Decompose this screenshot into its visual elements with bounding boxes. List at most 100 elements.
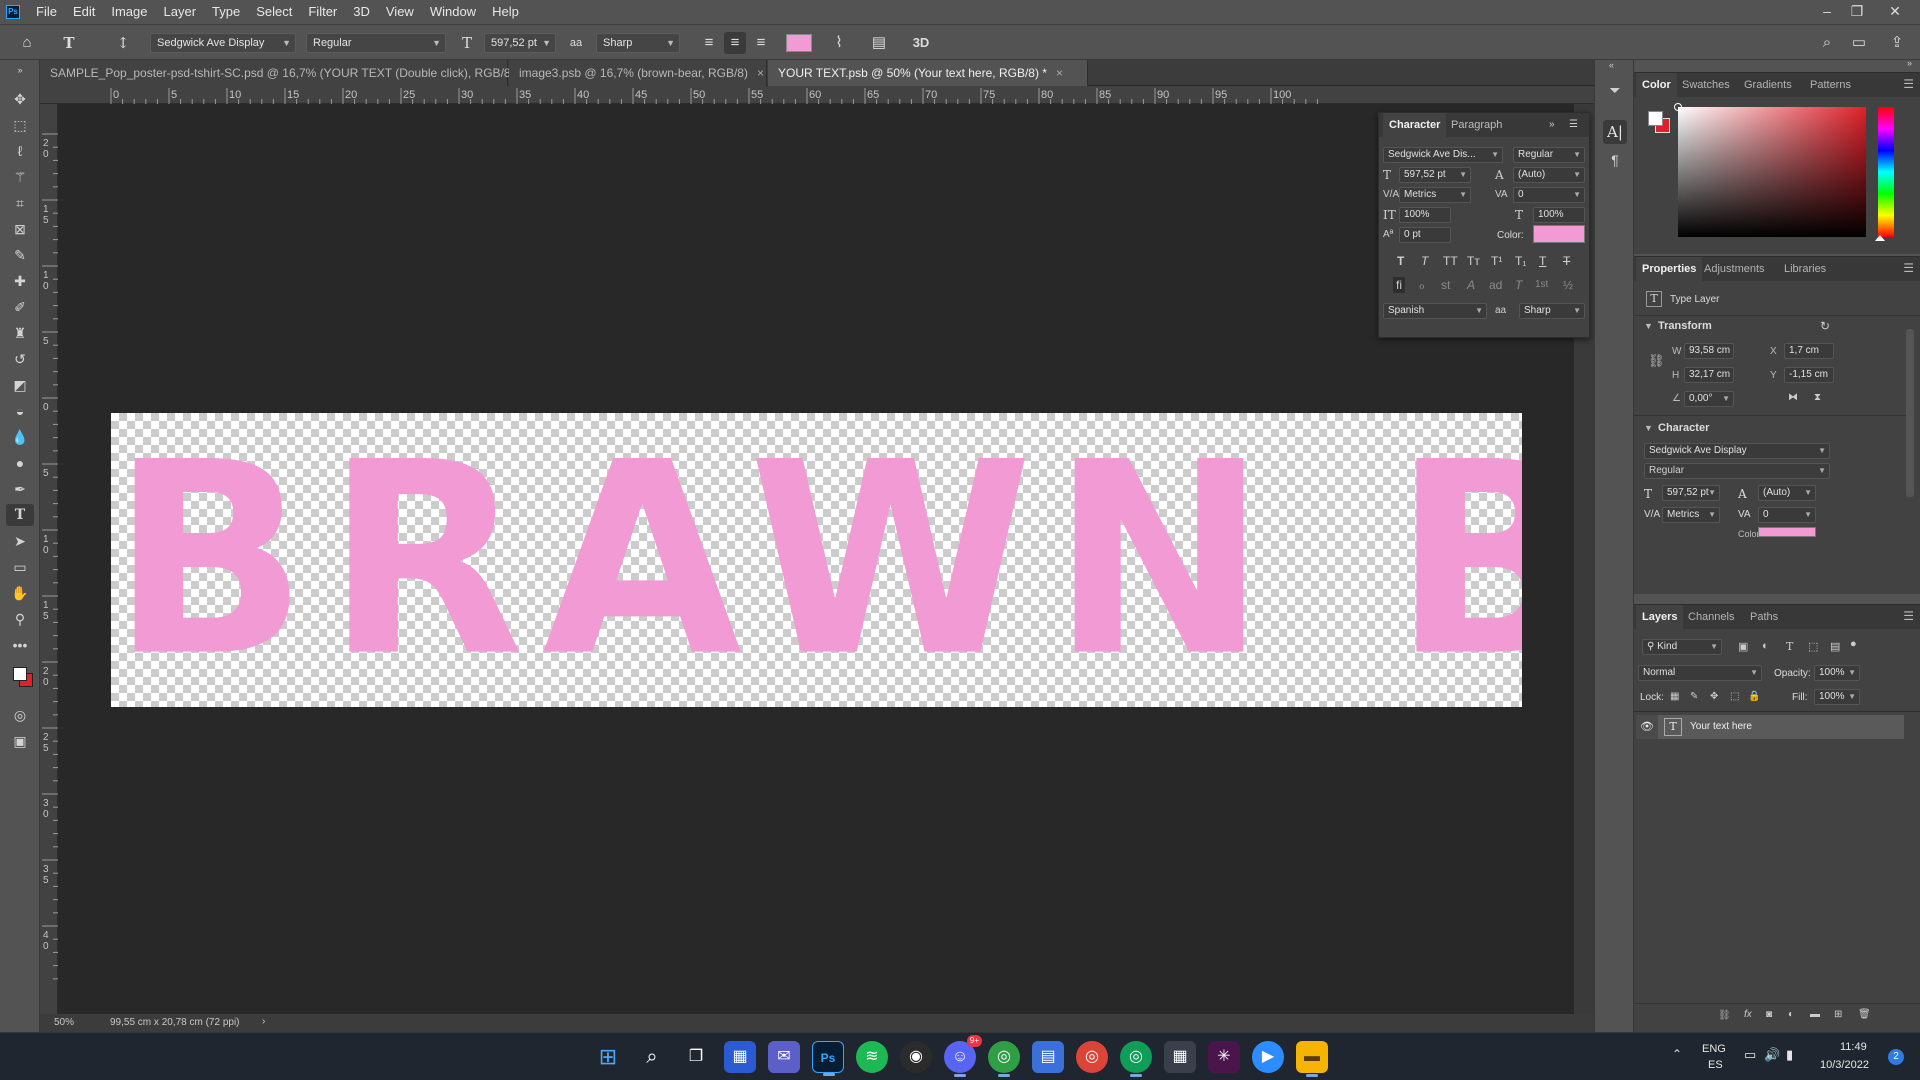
tab-patterns[interactable]: Patterns [1804,73,1857,97]
frame-tool-icon[interactable]: ⊠ [6,218,34,240]
tab-character[interactable]: Character [1383,113,1447,137]
panel-menu-icon[interactable]: ☰ [1903,261,1914,275]
tab-color[interactable]: Color [1636,73,1677,97]
character-panel-icon[interactable]: A| [1603,120,1627,144]
reset-transform-icon[interactable]: ↻ [1820,319,1830,333]
old-style-icon[interactable]: ℴ [1419,277,1425,293]
faux-italic-icon[interactable]: T [1421,253,1428,269]
transform-height-field[interactable]: 32,17 cm [1684,367,1734,383]
tab-properties[interactable]: Properties [1636,257,1703,281]
char-leading-field[interactable]: (Auto) ▼ [1513,167,1585,183]
lock-artboard-icon[interactable]: ⬚ [1730,691,1739,702]
flip-vertical-icon[interactable]: ⧗ [1814,392,1821,403]
menu-file[interactable]: File [28,0,65,24]
char-language-dropdown[interactable]: Spanish ▼ [1383,303,1487,319]
layer-name[interactable]: Your text here [1690,721,1752,732]
warp-text-icon[interactable]: ⌇ [828,32,850,54]
tab-gradients[interactable]: Gradients [1738,73,1798,97]
menu-filter[interactable]: Filter [300,0,345,24]
brush-tool-icon[interactable]: ✐ [6,296,34,318]
prop-font-style-dropdown[interactable]: Regular ▼ [1644,463,1830,479]
blend-mode-dropdown[interactable]: Normal ▼ [1638,665,1762,681]
subscript-icon[interactable]: T₁ [1515,253,1526,269]
properties-scrollbar[interactable] [1906,329,1914,497]
new-group-icon[interactable]: ▬ [1810,1009,1820,1020]
share-icon[interactable]: ⇪ [1886,32,1908,54]
transform-x-field[interactable]: 1,7 cm [1784,343,1834,359]
new-layer-icon[interactable]: ⊞ [1834,1009,1842,1020]
toggle-panels-icon[interactable]: ▤ [868,32,890,54]
close-icon[interactable]: ✕ [1880,0,1910,24]
chrome-alt-icon[interactable]: ◎ [1120,1041,1152,1077]
filter-type-icon[interactable]: T [1786,640,1793,653]
lasso-tool-icon[interactable]: ℓ [6,140,34,162]
calculator-icon[interactable]: ▦ [1164,1041,1196,1073]
filter-adjustment-icon[interactable]: ◐ [1762,640,1769,652]
adjustment-layer-icon[interactable]: ◐ [1788,1009,1794,1020]
prop-tracking-field[interactable]: 0 ▼ [1758,507,1816,523]
clock-date[interactable]: 10/3/2022 [1820,1059,1869,1071]
ordinals-icon[interactable]: T [1515,277,1522,293]
text-color-swatch[interactable] [786,34,812,52]
opacity-field[interactable]: 100% ▼ [1814,665,1860,681]
file-explorer-icon[interactable]: ▬ [1296,1041,1328,1077]
dodge-tool-icon[interactable]: ● [6,452,34,474]
lock-transparent-icon[interactable]: ▦ [1670,691,1679,702]
tab-channels[interactable]: Channels [1682,605,1740,629]
move-tool-icon[interactable]: ✥ [6,88,34,110]
menu-type[interactable]: Type [204,0,248,24]
char-tracking-field[interactable]: 0 ▼ [1513,187,1585,203]
windows-start-icon[interactable]: ⊞ [592,1041,624,1073]
discord-icon[interactable]: ☺ 9+ [944,1035,982,1077]
ligatures-icon[interactable]: fi [1393,277,1405,293]
hue-slider-handle[interactable] [1875,235,1885,241]
char-antialias-dropdown[interactable]: Sharp ▼ [1519,303,1585,319]
color-swatches[interactable] [10,662,34,692]
canvas-text-layer[interactable]: BRAWN BEAR [111,413,1522,707]
hue-slider[interactable] [1875,107,1894,241]
document-canvas[interactable]: BRAWN BEAR [111,413,1522,707]
fractions-icon[interactable]: ½ [1563,277,1573,293]
slack-icon[interactable]: ✳ [1208,1041,1240,1073]
prop-size-field[interactable]: 597,52 pt ▼ [1662,485,1720,501]
close-tab-icon[interactable]: × [1056,66,1063,80]
all-caps-icon[interactable]: TT [1443,253,1458,269]
font-size-field[interactable]: 597,52 pt ▼ [484,33,556,53]
menu-layer[interactable]: Layer [156,0,205,24]
workspace-icon[interactable]: ▭ [1848,32,1870,54]
zoom-icon[interactable]: ▶ [1252,1041,1284,1073]
search-icon[interactable]: ⌕ [636,1041,668,1073]
minimize-icon[interactable]: – [1812,0,1842,24]
paint-bucket-tool-icon[interactable]: ◒ [6,400,34,422]
filter-pixel-icon[interactable]: ▣ [1738,640,1748,653]
tab-your-text[interactable]: YOUR TEXT.psb @ 50% (Your text here, RGB… [768,60,1088,86]
status-arrow-icon[interactable]: › [262,1016,265,1027]
char-color-swatch[interactable] [1533,225,1585,243]
menu-image[interactable]: Image [103,0,155,24]
menu-help[interactable]: Help [484,0,527,24]
small-caps-icon[interactable]: Tт [1467,253,1480,269]
clone-stamp-tool-icon[interactable]: ♜ [6,322,34,344]
antialias-dropdown[interactable]: Sharp ▼ [596,33,680,53]
add-mask-icon[interactable]: ◙ [1766,1009,1772,1020]
align-left-icon[interactable]: ≡ [698,32,720,54]
color-picker-field[interactable] [1674,103,1866,237]
transform-y-field[interactable]: -1,15 cm [1784,367,1834,383]
language-top[interactable]: ENG [1702,1043,1726,1055]
tab-paragraph[interactable]: Paragraph [1445,113,1508,137]
menu-window[interactable]: Window [422,0,484,24]
home-icon[interactable]: ⌂ [16,32,38,54]
font-family-dropdown[interactable]: Sedgwick Ave Display ▼ [150,33,296,53]
paragraph-panel-icon[interactable]: ¶ [1605,152,1625,172]
notification-badge[interactable]: 2 [1888,1049,1904,1065]
blur-tool-icon[interactable]: 💧 [6,426,34,448]
discretionary-ligatures-icon[interactable]: 1st [1535,277,1548,293]
layer-filter-dropdown[interactable]: ⚲ Kind ▼ [1642,639,1722,655]
notepad-icon[interactable]: ▤ [1032,1041,1064,1073]
collapse-dock-icon[interactable]: » [1907,58,1912,68]
search-icon[interactable]: ⌕ [1816,32,1838,54]
eyedropper-tool-icon[interactable]: ✎ [6,244,34,266]
color-fg-bg[interactable] [1646,109,1670,133]
strikethrough-icon[interactable]: T [1563,253,1570,269]
foreground-color-icon[interactable] [1648,111,1663,126]
